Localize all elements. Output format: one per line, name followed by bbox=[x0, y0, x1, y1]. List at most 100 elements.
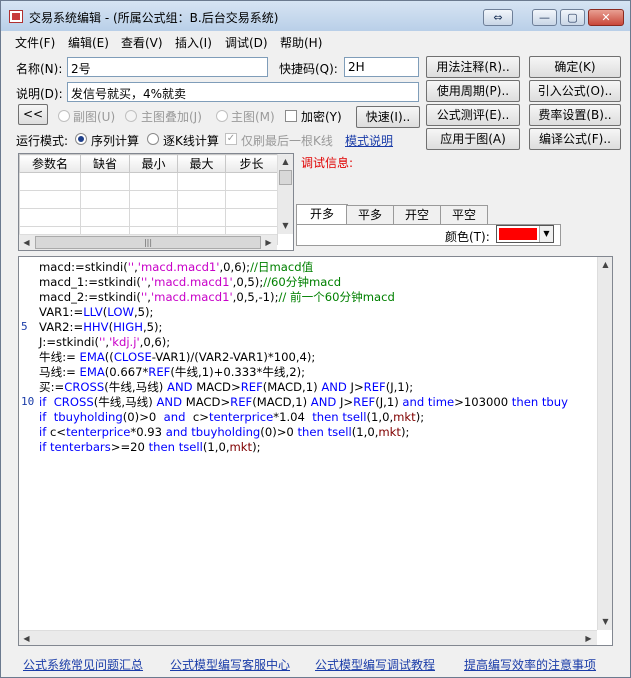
table-row[interactable] bbox=[19, 172, 278, 191]
scroll-up-arrow-icon[interactable]: ▲ bbox=[278, 154, 293, 169]
last-bar-checkbox[interactable]: ✓ bbox=[225, 133, 237, 145]
confirm-button[interactable]: 确定(K) bbox=[529, 56, 621, 78]
scroll-thumb[interactable]: ||| bbox=[35, 236, 261, 249]
scroll-thumb[interactable] bbox=[279, 170, 292, 185]
mode-help-link[interactable]: 模式说明 bbox=[345, 132, 393, 149]
code-line[interactable]: if tenterbars>=20 then tsell(1,0,mkt); bbox=[39, 440, 261, 455]
description-input[interactable]: 发信号就买，4%就卖 bbox=[67, 82, 419, 102]
close-button[interactable]: ✕ bbox=[588, 9, 624, 26]
code-token: J:=stkindi( bbox=[39, 335, 100, 349]
menu-edit[interactable]: 编辑(E) bbox=[68, 34, 109, 51]
footer-link-support[interactable]: 公式模型编写客服中心 bbox=[170, 656, 290, 673]
scroll-down-arrow-icon[interactable]: ▼ bbox=[598, 614, 612, 629]
name-input[interactable]: 2号 bbox=[67, 57, 268, 77]
code-token: ,0,6); bbox=[219, 260, 251, 274]
code-line[interactable]: 买:=CROSS(牛线,马线) AND MACD>REF(MACD,1) AND… bbox=[39, 380, 413, 395]
tab-open-long[interactable]: 开多 bbox=[296, 204, 348, 225]
code-line[interactable]: VAR1:=LLV(LOW,5); bbox=[39, 305, 153, 320]
menu-view[interactable]: 查看(V) bbox=[121, 34, 163, 51]
subchart-radio[interactable] bbox=[58, 110, 70, 122]
code-token: ); bbox=[415, 410, 425, 424]
code-line[interactable]: if CROSS(牛线,马线) AND MACD>REF(MACD,1) AND… bbox=[39, 395, 568, 410]
table-row[interactable] bbox=[19, 208, 278, 227]
scroll-right-arrow-icon[interactable]: ▶ bbox=[261, 235, 276, 250]
menu-help[interactable]: 帮助(H) bbox=[280, 34, 322, 51]
shortcut-label: 快捷码(Q): bbox=[279, 62, 338, 76]
code-token: //60分钟macd bbox=[263, 275, 342, 289]
footer-link-faq[interactable]: 公式系统常见问题汇总 bbox=[23, 656, 143, 673]
code-token: AND bbox=[321, 380, 347, 394]
scroll-up-arrow-icon[interactable]: ▲ bbox=[598, 257, 612, 272]
column-header[interactable]: 步长 bbox=[225, 154, 278, 173]
tab-close-short[interactable]: 平空 bbox=[440, 205, 488, 225]
tab-close-long[interactable]: 平多 bbox=[346, 205, 394, 225]
code-line[interactable]: J:=stkindi('','kdj.j',0,6); bbox=[39, 335, 170, 350]
column-header[interactable]: 参数名 bbox=[19, 154, 81, 173]
table-horizontal-scrollbar[interactable]: ◀ ||| ▶ bbox=[19, 234, 277, 250]
scroll-left-arrow-icon[interactable]: ◀ bbox=[19, 235, 34, 250]
quick-button[interactable]: 快速(I).. bbox=[356, 106, 420, 128]
tab-open-short[interactable]: 开空 bbox=[393, 205, 441, 225]
code-token: (牛线,马线) bbox=[93, 395, 157, 409]
code-line[interactable]: 马线:= EMA(0.667*REF(牛线,1)+0.333*牛线,2); bbox=[39, 365, 305, 380]
code-token: REF bbox=[240, 380, 263, 394]
app-icon bbox=[9, 10, 23, 23]
code-line[interactable]: 牛线:= EMA((CLOSE-VAR1)/(VAR2-VAR1)*100,4)… bbox=[39, 350, 315, 365]
column-header[interactable]: 最大 bbox=[177, 154, 226, 173]
table-vertical-scrollbar[interactable]: ▲ ▼ bbox=[277, 154, 293, 234]
shortcut-input[interactable]: 2H bbox=[344, 57, 419, 77]
color-picker[interactable]: ▼ bbox=[496, 225, 554, 243]
code-token: ,5); bbox=[142, 320, 163, 334]
code-token: c> bbox=[185, 410, 209, 424]
footer-link-tutorial[interactable]: 公式模型编写调试教程 bbox=[315, 656, 435, 673]
scroll-right-arrow-icon[interactable]: ▶ bbox=[581, 631, 596, 645]
scroll-down-arrow-icon[interactable]: ▼ bbox=[278, 218, 293, 233]
line-number: 10 bbox=[21, 395, 35, 408]
code-line[interactable]: macd:=stkindi('','macd.macd1',0,6);//日ma… bbox=[39, 260, 313, 275]
collapse-button[interactable]: << bbox=[18, 104, 48, 125]
column-header[interactable]: 缺省 bbox=[80, 154, 130, 173]
code-token: (牛线,1)+0.333*牛线,2); bbox=[170, 365, 306, 379]
fee-settings-button[interactable]: 费率设置(B).. bbox=[529, 104, 621, 126]
table-row[interactable] bbox=[19, 190, 278, 209]
code-line[interactable]: if c<tenterprice*0.93 and tbuyholding(0)… bbox=[39, 425, 409, 440]
apply-to-chart-button[interactable]: 应用于图(A) bbox=[426, 128, 520, 150]
window-title: 交易系统编辑 - (所属公式组：B.后台交易系统) bbox=[29, 11, 279, 25]
chevron-down-icon[interactable]: ▼ bbox=[539, 226, 553, 242]
import-formula-button[interactable]: 引入公式(O).. bbox=[529, 80, 621, 102]
code-line[interactable]: VAR2:=HHV(HIGH,5); bbox=[39, 320, 162, 335]
code-token: time bbox=[427, 395, 455, 409]
footer-link-efficiency[interactable]: 提高编写效率的注意事项 bbox=[464, 656, 596, 673]
code-token: tbuy bbox=[541, 395, 568, 409]
swap-icon[interactable]: ⇔ bbox=[483, 9, 513, 26]
code-line[interactable]: macd_1:=stkindi('','macd.macd1',0,5);//6… bbox=[39, 275, 341, 290]
editor-vertical-scrollbar[interactable]: ▲ ▼ bbox=[597, 257, 612, 630]
minimize-button[interactable]: — bbox=[532, 9, 557, 26]
column-header[interactable]: 最小 bbox=[129, 154, 178, 173]
code-line[interactable]: macd_2:=stkindi('','macd.macd1',0,5,-1);… bbox=[39, 290, 395, 305]
scroll-left-arrow-icon[interactable]: ◀ bbox=[19, 631, 34, 645]
usage-notes-button[interactable]: 用法注释(R).. bbox=[426, 56, 520, 78]
code-token: tenterprice bbox=[66, 425, 131, 439]
code-token: 牛线:= bbox=[39, 350, 80, 364]
use-period-button[interactable]: 使用周期(P).. bbox=[426, 80, 520, 102]
debug-info-label: 调试信息: bbox=[301, 156, 354, 170]
code-editor[interactable]: 5 10 macd:=stkindi('','macd.macd1',0,6);/… bbox=[18, 256, 613, 646]
code-token: // 前一个60分钟macd bbox=[278, 290, 395, 304]
formula-test-button[interactable]: 公式测评(E).. bbox=[426, 104, 520, 126]
menu-insert[interactable]: 插入(I) bbox=[175, 34, 212, 51]
encrypt-checkbox[interactable] bbox=[285, 110, 297, 122]
code-token: 'macd.macd1' bbox=[150, 290, 233, 304]
code-token: REF bbox=[230, 395, 253, 409]
code-token: AND bbox=[310, 395, 337, 409]
compile-formula-button[interactable]: 编译公式(F).. bbox=[529, 128, 621, 150]
maximize-button[interactable]: ▢ bbox=[560, 9, 585, 26]
main-overlay-radio[interactable] bbox=[125, 110, 137, 122]
menu-file[interactable]: 文件(F) bbox=[15, 34, 55, 51]
per-bar-calc-radio[interactable] bbox=[147, 133, 159, 145]
code-line[interactable]: if tbuyholding(0)>0 and c>tenterprice*1.… bbox=[39, 410, 424, 425]
editor-horizontal-scrollbar[interactable]: ◀ ▶ bbox=[19, 630, 597, 645]
main-chart-radio[interactable] bbox=[216, 110, 228, 122]
menu-debug[interactable]: 调试(D) bbox=[225, 34, 268, 51]
sequence-calc-radio[interactable] bbox=[75, 133, 87, 145]
